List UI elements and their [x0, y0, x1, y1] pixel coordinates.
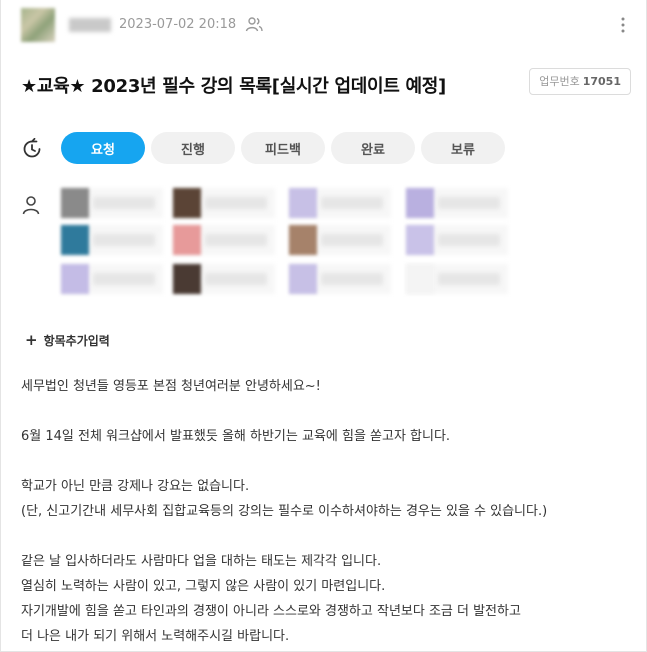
post-header: 2023-07-02 20:18 — [21, 8, 631, 42]
task-number-badge: 업무번호 17051 — [529, 68, 631, 95]
assignee-name-redacted — [205, 197, 267, 209]
status-tab-in-progress[interactable]: 진행 — [151, 132, 235, 164]
body-line — [21, 524, 631, 549]
body-line: 열심히 노력하는 사람이 있고, 그렇지 않은 사람이 있기 마련입니다. — [21, 579, 386, 594]
assignee-name-redacted — [93, 273, 155, 285]
assignee-name-redacted — [93, 234, 155, 246]
assignee-chip[interactable] — [173, 264, 275, 294]
person-icon — [22, 196, 40, 215]
assignee-avatar — [406, 188, 434, 218]
assignee-chip[interactable] — [61, 264, 163, 294]
assignee-chip[interactable] — [289, 188, 391, 218]
assignee-avatar — [61, 225, 89, 255]
assignee-avatar — [289, 264, 317, 294]
post-card: 2023-07-02 20:18 ★교육★ 2023년 필수 강의 목록[실시간… — [0, 0, 647, 652]
body-line: (단, 신고기간내 세무사회 집합교육등의 강의는 필수로 이수하셔야하는 경우… — [21, 504, 548, 519]
assignee-avatar — [406, 225, 434, 255]
add-item-label: 항목추가입력 — [43, 334, 110, 348]
assignee-avatar — [173, 264, 201, 294]
body-line: 같은 날 입사하더라도 사람마다 업을 대하는 태도는 제각각 입니다. — [21, 554, 382, 569]
body-line — [21, 449, 631, 474]
add-item-button[interactable]: + 항목추가입력 — [25, 332, 110, 349]
assignee-avatar — [406, 264, 434, 294]
status-cycle-icon — [23, 138, 41, 158]
assignee-avatar — [61, 264, 89, 294]
status-tab-feedback[interactable]: 피드백 — [241, 132, 325, 164]
assignee-chip[interactable] — [173, 188, 275, 218]
status-tab-hold[interactable]: 보류 — [421, 132, 505, 164]
assignee-chip[interactable] — [406, 225, 508, 255]
assignee-avatar — [289, 225, 317, 255]
status-tabs: 요청 진행 피드백 완료 보류 — [61, 132, 505, 164]
assignee-chip[interactable] — [61, 188, 163, 218]
plus-icon: + — [25, 331, 38, 349]
body-line — [21, 399, 631, 424]
assignee-avatar — [173, 188, 201, 218]
assignee-chip[interactable] — [173, 225, 275, 255]
post-title: ★교육★ 2023년 필수 강의 목록[실시간 업데이트 예정] — [21, 76, 446, 97]
status-tab-complete[interactable]: 완료 — [331, 132, 415, 164]
assignee-name-redacted — [321, 273, 383, 285]
people-share-icon[interactable] — [245, 16, 263, 32]
assignee-chip[interactable] — [289, 225, 391, 255]
assignee-avatar — [289, 188, 317, 218]
post-body: 세무법인 청년들 영등포 본점 청년여러분 안녕하세요~! 6월 14일 전체 … — [21, 374, 631, 649]
assignee-name-redacted — [93, 197, 155, 209]
body-line: 6월 14일 전체 워크샵에서 발표했듯 올해 하반기는 교육에 힘을 쏟고자 … — [21, 429, 451, 444]
task-number-value: 17051 — [582, 75, 621, 88]
assignee-chip[interactable] — [406, 188, 508, 218]
body-line: 더 나은 내가 되기 위해서 노력해주시길 바랍니다. — [21, 629, 290, 644]
assignee-chip[interactable] — [289, 264, 391, 294]
assignee-name-redacted — [205, 273, 267, 285]
assignee-name-redacted — [438, 273, 500, 285]
assignee-chip[interactable] — [406, 264, 508, 294]
assignee-name-redacted — [205, 234, 267, 246]
body-line: 자기개발에 힘을 쏟고 타인과의 경쟁이 아니라 스스로와 경쟁하고 작년보다 … — [21, 604, 521, 619]
body-line: 세무법인 청년들 영등포 본점 청년여러분 안녕하세요~! — [21, 379, 321, 394]
assignee-name-redacted — [321, 234, 383, 246]
assignee-chip[interactable] — [61, 225, 163, 255]
task-number-label: 업무번호 — [539, 75, 580, 88]
assignee-avatar — [61, 188, 89, 218]
assignee-name-redacted — [438, 234, 500, 246]
status-tab-request[interactable]: 요청 — [61, 132, 145, 164]
author-name-redacted — [69, 18, 111, 32]
assignee-name-redacted — [438, 197, 500, 209]
assignee-name-redacted — [321, 197, 383, 209]
body-line: 학교가 아닌 만큼 강제나 강요는 없습니다. — [21, 479, 250, 494]
post-date: 2023-07-02 20:18 — [119, 17, 237, 32]
assignee-avatar — [173, 225, 201, 255]
author-avatar[interactable] — [21, 8, 55, 42]
more-vertical-icon[interactable] — [617, 16, 629, 34]
